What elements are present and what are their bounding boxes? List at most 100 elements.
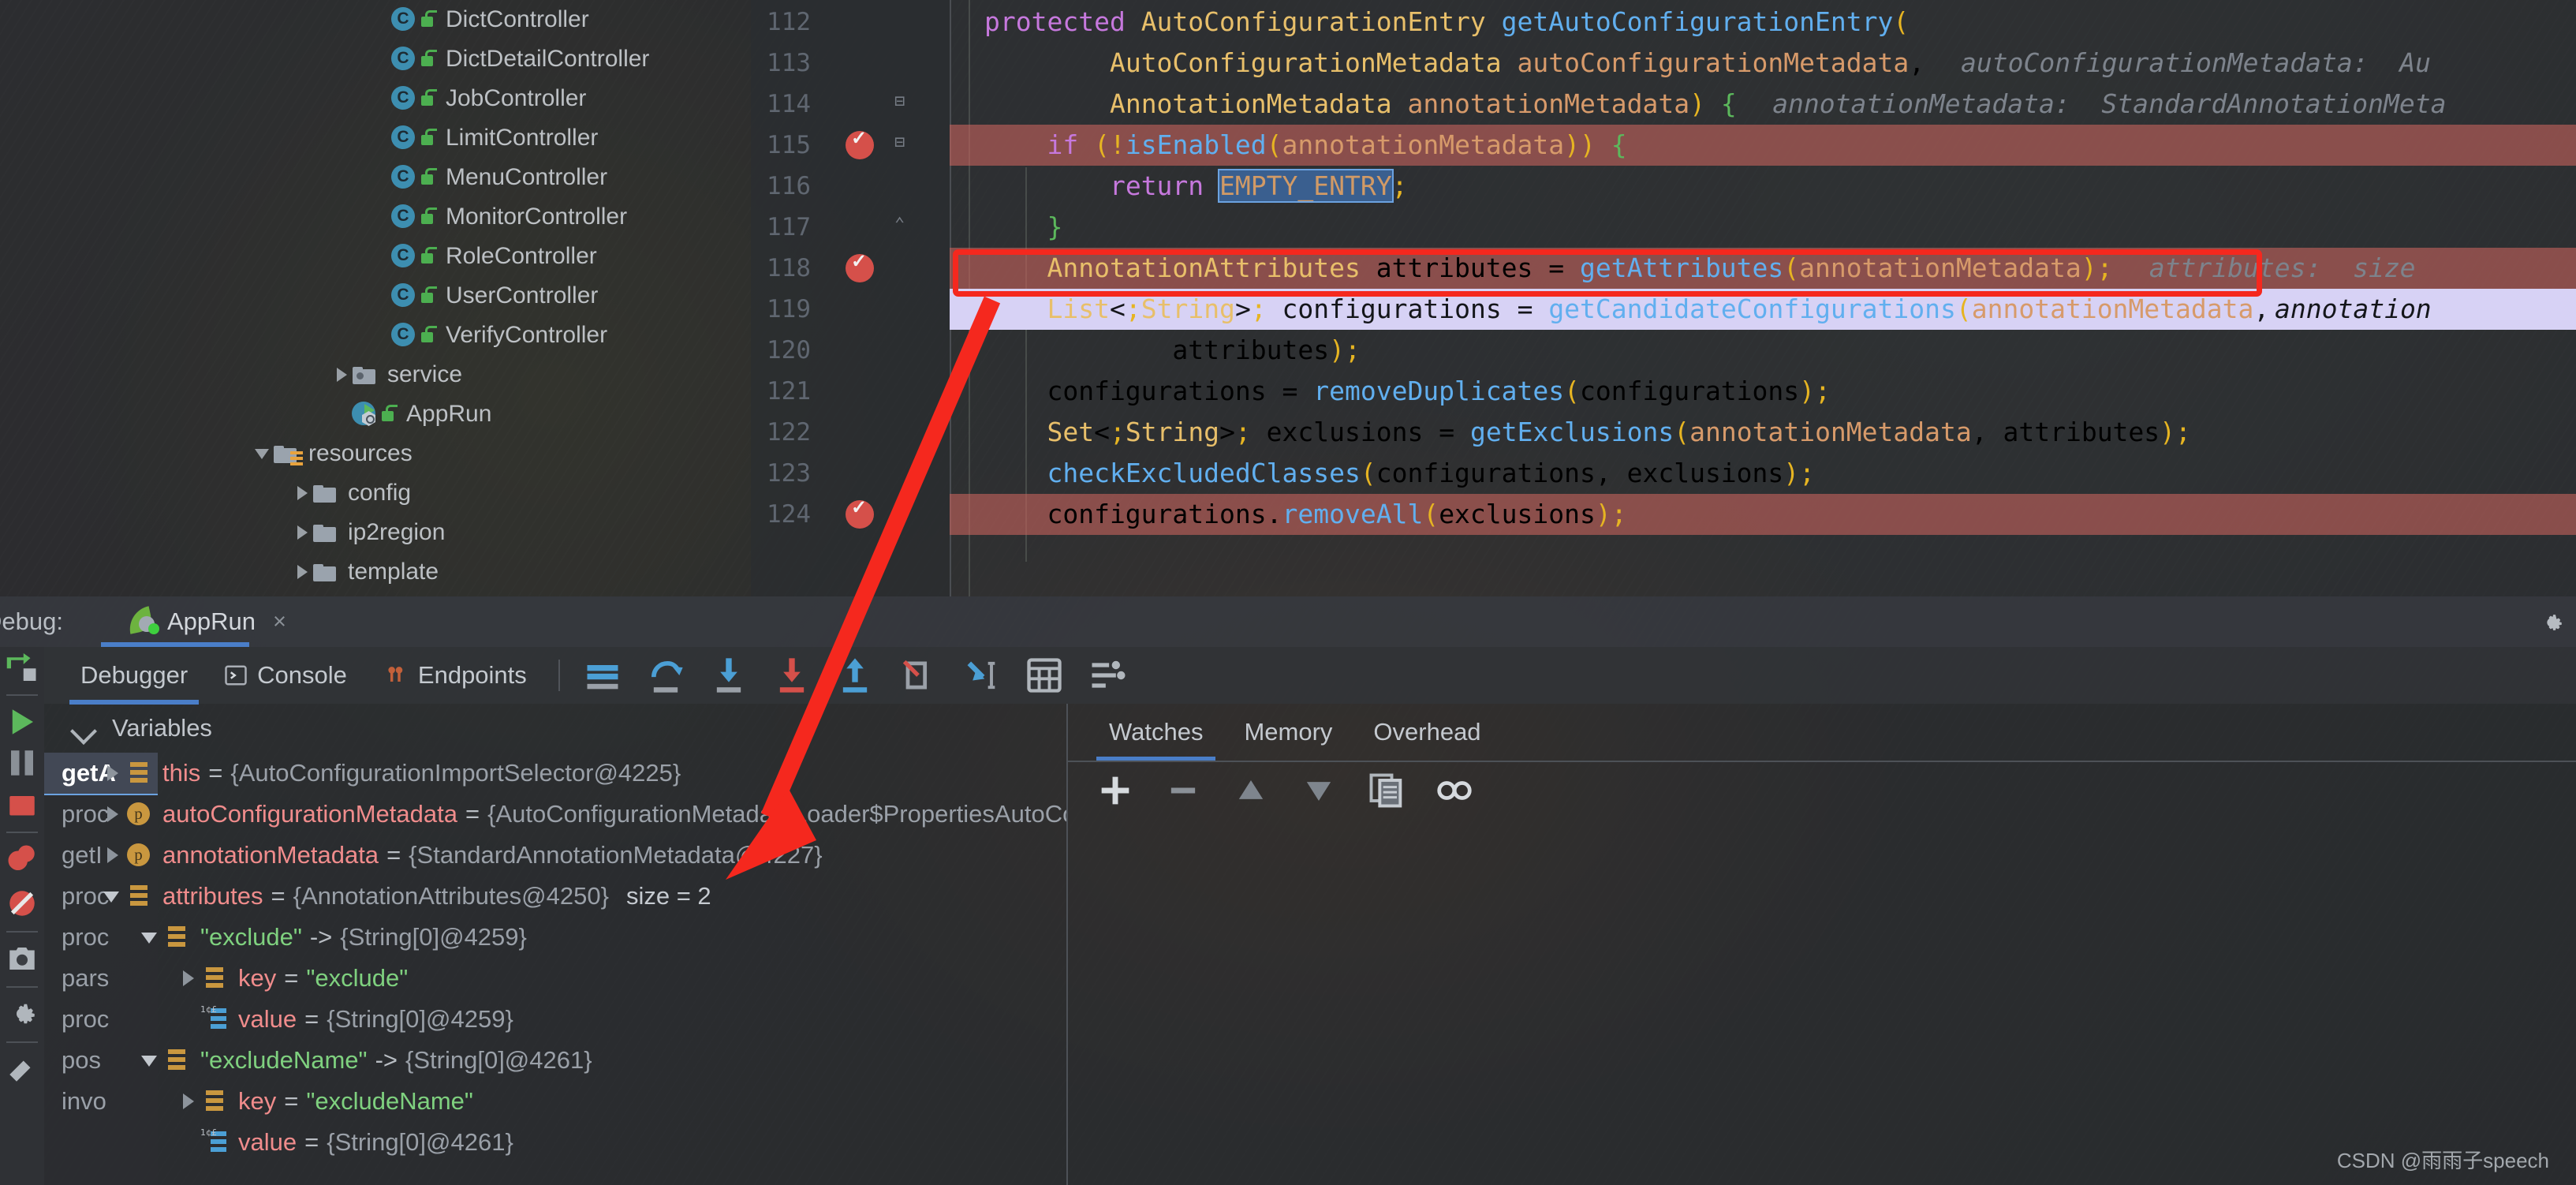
run-config-tab-apprun[interactable]: AppRun × [118,596,296,647]
chevron-right-icon[interactable] [101,761,125,785]
editor-gutter[interactable]: 112 113 114 ⊟ 115 ⊟ 116 117 ⌃ 118 119 120 121 122 123 1… [751,0,950,596]
chevron-down-icon[interactable] [101,884,125,908]
inspect-icon[interactable] [1434,770,1475,811]
variable-row[interactable]: key = "excludeName" [177,1081,473,1122]
chevron-down-icon[interactable] [139,1049,162,1072]
variables-tree[interactable]: this = {AutoConfigurationImportSelector@42… [101,753,1066,1185]
variable-row[interactable]: value= {String[0]@4259} [177,999,513,1040]
chevron-right-icon[interactable] [292,522,312,543]
variable-row[interactable]: autoConfigurationMetadata ={AutoConfigura… [101,794,1066,835]
chevron-right-icon[interactable] [292,483,312,503]
move-down-icon[interactable] [1298,770,1339,811]
tree-item[interactable]: JobController [371,79,586,118]
chevron-right-icon[interactable] [177,966,200,990]
code-line[interactable]: } [950,207,2576,248]
rerun-icon[interactable] [6,653,39,686]
tree-item[interactable]: DictDetailController [371,39,649,79]
chevron-right-icon[interactable] [101,843,125,867]
code-line[interactable]: return EMPTY_ENTRY; [950,166,2576,207]
chevron-right-icon[interactable] [331,364,352,385]
project-tree[interactable]: DictController DictDetailController JobCon… [0,0,751,596]
tab-watches[interactable]: Watches [1096,718,1216,761]
tree-item[interactable]: MonitorController [371,197,627,237]
variable-row[interactable]: value= {String[0]@4261} [177,1122,513,1163]
view-breakpoints-icon[interactable] [6,843,39,876]
chevron-down-icon[interactable] [68,712,99,744]
pause-program-icon[interactable] [6,746,39,779]
tab-endpoints[interactable]: Endpoints [383,661,527,690]
stop-icon[interactable] [6,791,39,824]
gear-icon[interactable] [2538,609,2565,636]
tab-overhead[interactable]: Overhead [1373,718,1480,746]
tree-item[interactable]: DictController [371,0,589,39]
add-watch-icon[interactable] [1095,770,1136,811]
code-line[interactable]: Set<;String>; exclusions = getExclusions… [950,412,2576,453]
code-line[interactable]: configurations.removeAll(exclusions); [950,494,2576,535]
variable-row[interactable]: "excludeName" -> {String[0]@4261} [139,1040,592,1081]
tree-item[interactable]: ip2region [292,513,445,552]
close-icon[interactable]: × [273,609,286,635]
tree-item[interactable]: AppRun [331,394,491,434]
chevron-right-icon[interactable] [292,562,312,582]
chevron-down-icon[interactable] [139,925,162,949]
tree-item[interactable]: resources [252,434,413,473]
code-line[interactable]: AutoConfigurationMetadata autoConfigurat… [950,43,2576,84]
code-fold-icon[interactable]: ⊟ [894,92,915,111]
tree-item[interactable]: service [331,355,462,394]
folder-icon [312,559,339,585]
code-line[interactable]: configurations = removeDuplicates(config… [950,371,2576,412]
code-editor[interactable]: 112 113 114 ⊟ 115 ⊟ 116 117 ⌃ 118 119 120 121 122 123 1… [751,0,2576,596]
tree-item[interactable]: MenuController [371,158,607,197]
copy-icon[interactable] [1366,770,1407,811]
tree-item[interactable]: template [292,552,439,592]
variable-row[interactable]: attributes = {AnnotationAttributes@4250} si… [101,876,711,917]
breakpoint-icon[interactable] [846,496,874,529]
code-line[interactable]: attributes); [950,330,2576,371]
breakpoint-icon[interactable] [846,250,874,282]
resume-program-icon[interactable] [6,705,39,738]
breakpoint-icon[interactable] [846,127,874,159]
pin-icon[interactable] [6,1052,39,1086]
run-to-cursor-icon[interactable] [961,655,1002,696]
tab-memory[interactable]: Memory [1244,718,1332,746]
code-line[interactable]: if (!isEnabled(annotationMetadata)) { [950,125,2576,166]
variable-name: "exclude" [200,923,302,951]
debugger-settings-icon[interactable] [1087,655,1128,696]
step-over-icon[interactable] [645,655,686,696]
chevron-right-icon[interactable] [101,802,125,826]
code-line[interactable]: checkExcludedClasses(configurations, exc… [950,453,2576,494]
variables-header[interactable]: Variables [44,704,1066,753]
code-fold-icon[interactable]: ⌃ [894,215,915,234]
variable-row[interactable]: key = "exclude" [177,958,408,999]
tree-item[interactable]: RoleController [371,237,597,276]
tree-item[interactable]: VerifyController [371,316,607,355]
code-lines[interactable]: protected AutoConfigurationEntry getAuto… [950,0,2576,596]
code-line[interactable]: protected AutoConfigurationEntry getAuto… [950,2,2576,43]
layout-settings-icon[interactable] [6,997,39,1030]
tree-item[interactable]: LimitController [371,118,598,158]
debug-left-sidebar[interactable] [0,647,44,1185]
snapshot-icon[interactable] [6,942,39,975]
drop-frame-icon[interactable] [898,655,939,696]
tab-debugger[interactable]: Debugger [69,661,200,705]
code-fold-icon[interactable]: ⊟ [894,133,915,152]
inlay-parameter-hint: autoConfigurationMetadata: Au [1961,47,2432,78]
step-into-icon[interactable] [708,655,749,696]
force-step-into-icon[interactable] [771,655,812,696]
remove-watch-icon[interactable] [1163,770,1204,811]
variable-value: {AutoConfigurationImportSelector@4225} [230,759,681,787]
code-line[interactable]: AnnotationMetadata annotationMetadata) {… [950,84,2576,125]
variable-row[interactable]: this = {AutoConfigurationImportSelector@42… [101,753,681,794]
step-out-icon[interactable] [834,655,875,696]
chevron-down-icon[interactable] [252,443,273,464]
variable-row[interactable]: annotationMetadata= {StandardAnnotationMe… [101,835,823,876]
show-execution-point-icon[interactable] [582,655,623,696]
variable-row[interactable]: "exclude" -> {String[0]@4259} [139,917,527,958]
mute-breakpoints-icon[interactable] [6,887,39,920]
tree-item[interactable]: config [292,473,411,513]
tab-console[interactable]: Console [224,661,347,690]
move-up-icon[interactable] [1230,770,1271,811]
chevron-right-icon[interactable] [177,1090,200,1113]
tree-item[interactable]: UserController [371,276,598,316]
evaluate-expression-icon[interactable] [1024,655,1065,696]
